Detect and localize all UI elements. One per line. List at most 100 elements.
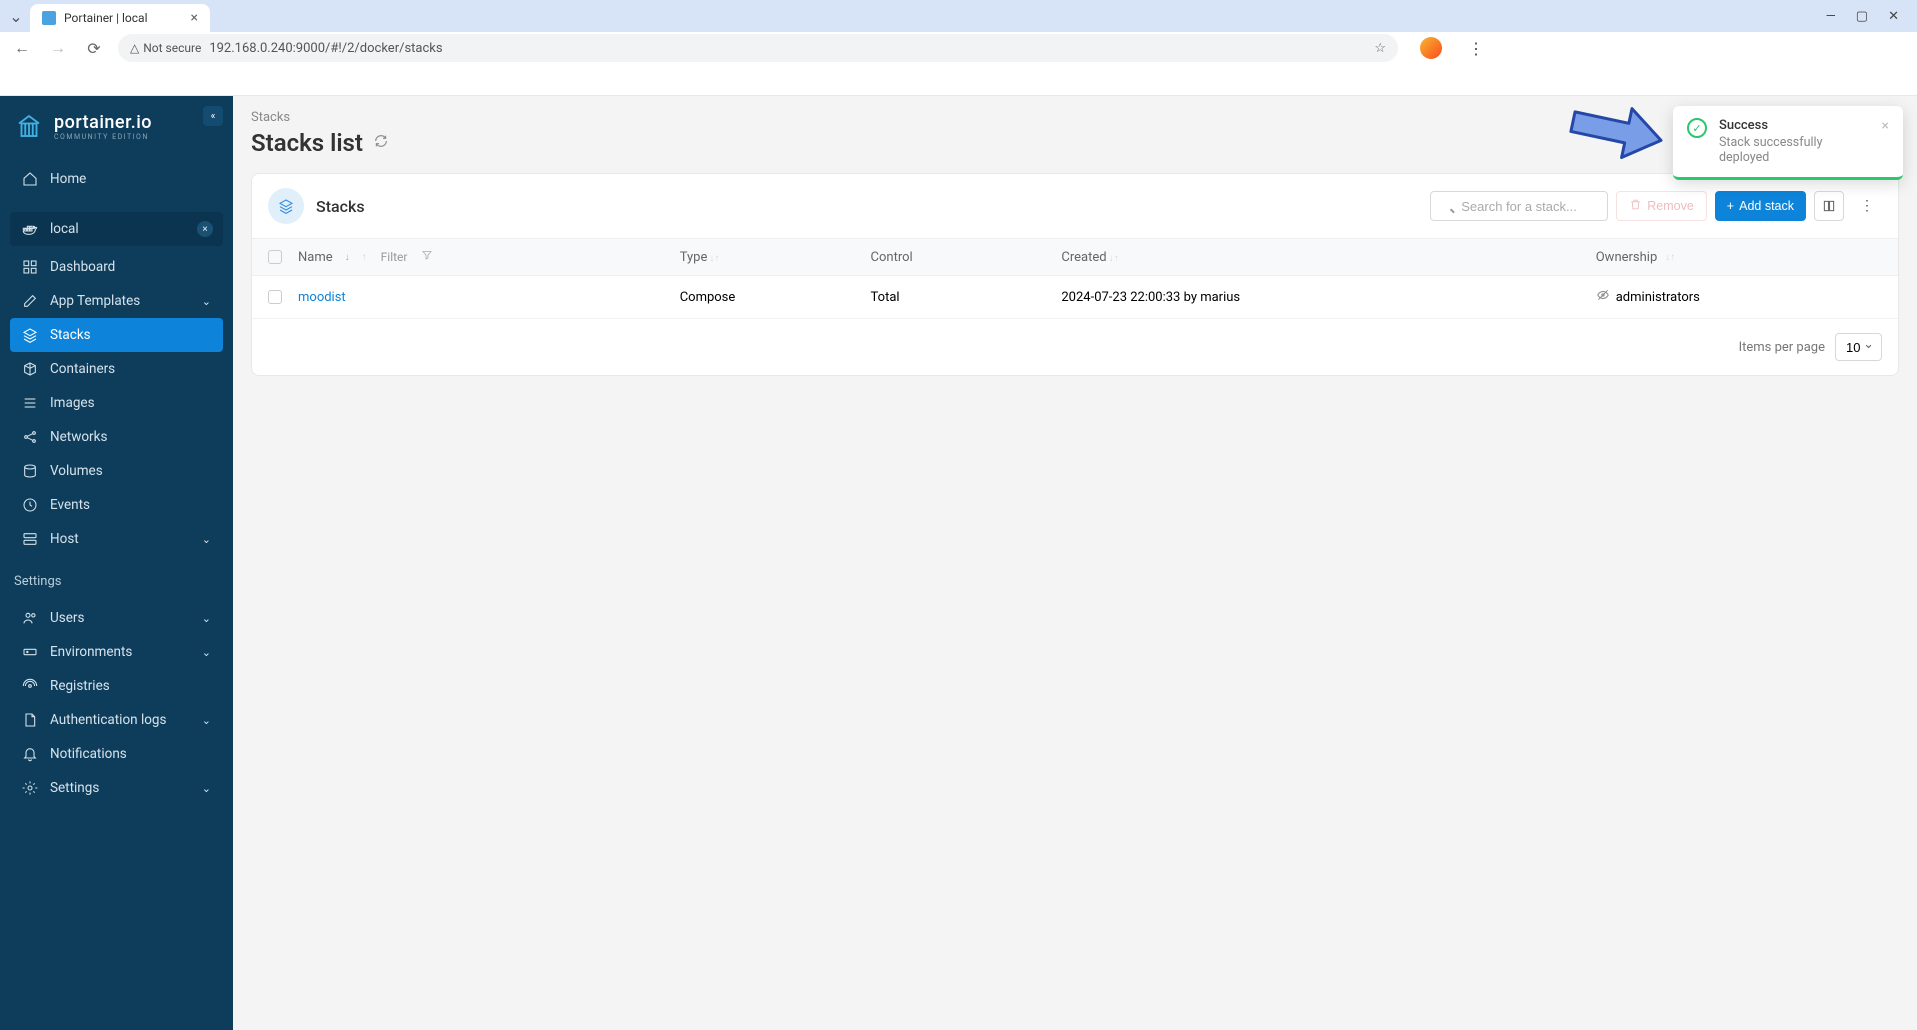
sidebar-item-label: Registries (50, 678, 110, 694)
forward-button[interactable]: → (46, 38, 70, 58)
trash-icon (1629, 198, 1642, 214)
brand-name: portainer.io (54, 112, 152, 133)
sidebar-env-section: local × Dashboard App Templates ⌄ Stacks… (0, 202, 233, 562)
sidebar-item-auth-logs[interactable]: Authentication logs ⌄ (10, 703, 223, 737)
sidebar-item-label: App Templates (50, 293, 140, 309)
sidebar-item-label: Users (50, 610, 84, 626)
header-created[interactable]: Created↓↑ (1061, 250, 1595, 265)
sidebar-item-dashboard[interactable]: Dashboard (10, 250, 223, 284)
header-control[interactable]: Control (871, 250, 1062, 265)
sidebar-item-label: Containers (50, 361, 115, 377)
sidebar-header: portainer.io COMMUNITY EDITION « (0, 96, 233, 156)
header-created-label: Created (1061, 250, 1106, 265)
filter-label[interactable]: Filter (381, 250, 408, 264)
panel-actions: Remove + Add stack ⋮ (1430, 191, 1882, 221)
header-type[interactable]: Type↓↑ (680, 250, 871, 265)
search-wrap (1430, 191, 1608, 221)
list-icon (22, 395, 38, 411)
select-all-checkbox[interactable] (268, 250, 282, 264)
sidebar-collapse-button[interactable]: « (203, 106, 223, 126)
funnel-icon[interactable] (421, 249, 433, 265)
grid-icon (22, 259, 38, 275)
stack-name-link[interactable]: moodist (298, 290, 346, 305)
sidebar-item-volumes[interactable]: Volumes (10, 454, 223, 488)
panel-title: Stacks (316, 197, 1418, 216)
profile-avatar[interactable] (1420, 37, 1442, 59)
chevron-down-icon: ⌄ (202, 782, 211, 795)
sidebar-item-users[interactable]: Users ⌄ (10, 601, 223, 635)
success-check-icon: ✓ (1687, 118, 1707, 138)
chrome-menu-icon[interactable]: ⋮ (1468, 39, 1484, 58)
security-label: Not secure (143, 41, 201, 55)
docker-icon (22, 221, 38, 237)
sidebar-item-environments[interactable]: Environments ⌄ (10, 635, 223, 669)
row-checkbox[interactable] (268, 290, 282, 304)
bookmark-star-icon[interactable]: ☆ (1374, 41, 1386, 56)
sidebar-item-host[interactable]: Host ⌄ (10, 522, 223, 556)
hdd-icon (22, 644, 38, 660)
environment-name: local (50, 221, 79, 237)
toast-notification: ✓ Success Stack successfully deployed × (1673, 106, 1903, 180)
refresh-icon[interactable] (373, 133, 389, 153)
maximize-button[interactable]: ▢ (1856, 9, 1868, 24)
back-button[interactable]: ← (10, 38, 34, 58)
items-per-page-select[interactable]: 10 (1835, 333, 1882, 361)
sidebar-item-notifications[interactable]: Notifications (10, 737, 223, 771)
url-text: 192.168.0.240:9000/#!/2/docker/stacks (209, 41, 442, 56)
sidebar-item-containers[interactable]: Containers (10, 352, 223, 386)
tab-list-button[interactable]: ⌄ (6, 7, 26, 26)
sidebar-item-app-templates[interactable]: App Templates ⌄ (10, 284, 223, 318)
add-label: Add stack (1739, 199, 1794, 213)
main-content: Stacks Stacks list Stacks Remov (233, 96, 1917, 1030)
more-menu-icon[interactable]: ⋮ (1852, 191, 1882, 221)
sort-up-icon: ↑ (362, 252, 367, 263)
sidebar-environment[interactable]: local × (10, 212, 223, 246)
minimize-button[interactable]: — (1826, 9, 1836, 24)
layers-icon (22, 327, 38, 343)
edit-icon (22, 293, 38, 309)
stacks-table: Name↓↑ Filter Type↓↑ Control Created↓↑ O… (252, 238, 1898, 375)
table-row: moodist Compose Total 2024-07-23 22:00:3… (252, 276, 1898, 319)
remove-label: Remove (1647, 199, 1694, 213)
sidebar-item-settings[interactable]: Settings ⌄ (10, 771, 223, 805)
header-ownership-label: Ownership (1596, 250, 1658, 265)
environment-close-icon[interactable]: × (197, 221, 213, 237)
remove-button[interactable]: Remove (1616, 191, 1707, 221)
sort-icon: ↓↑ (1109, 253, 1119, 264)
chevron-down-icon: ⌄ (202, 612, 211, 625)
columns-button[interactable] (1814, 191, 1844, 221)
browser-chrome: ⌄ Portainer | local × — ▢ ✕ ← → ⟳ △ Not … (0, 0, 1917, 96)
logo-text: portainer.io COMMUNITY EDITION (54, 112, 152, 141)
header-type-label: Type (680, 250, 708, 265)
sidebar: portainer.io COMMUNITY EDITION « Home lo… (0, 96, 233, 1030)
bell-icon (22, 746, 38, 762)
sort-icon: ↓↑ (1665, 252, 1675, 263)
browser-tab[interactable]: Portainer | local × (30, 4, 210, 32)
breadcrumb[interactable]: Stacks (233, 96, 1917, 125)
add-stack-button[interactable]: + Add stack (1715, 191, 1806, 221)
items-per-page-select-wrap: 10 (1835, 333, 1882, 361)
sidebar-item-networks[interactable]: Networks (10, 420, 223, 454)
header-control-label: Control (871, 250, 913, 265)
sort-icon: ↓↑ (709, 253, 719, 264)
sidebar-item-registries[interactable]: Registries (10, 669, 223, 703)
sidebar-item-stacks[interactable]: Stacks (10, 318, 223, 352)
header-name[interactable]: Name↓↑ Filter (298, 249, 680, 265)
chevron-down-icon: ⌄ (202, 714, 211, 727)
ownership-text: administrators (1616, 290, 1700, 305)
header-name-label: Name (298, 250, 333, 265)
search-input[interactable] (1430, 191, 1608, 221)
reload-button[interactable]: ⟳ (82, 39, 106, 58)
url-bar[interactable]: △ Not secure 192.168.0.240:9000/#!/2/doc… (118, 34, 1398, 62)
sidebar-item-events[interactable]: Events (10, 488, 223, 522)
tab-close-icon[interactable]: × (191, 10, 198, 26)
header-ownership[interactable]: Ownership ↓↑ (1596, 250, 1882, 265)
close-window-button[interactable]: ✕ (1888, 9, 1899, 24)
page-title-row: Stacks list (233, 125, 1917, 173)
sidebar-item-home[interactable]: Home (10, 162, 223, 196)
toast-close-icon[interactable]: × (1882, 118, 1889, 165)
file-icon (22, 712, 38, 728)
security-badge[interactable]: △ Not secure (130, 41, 201, 55)
sidebar-item-images[interactable]: Images (10, 386, 223, 420)
sidebar-top-section: Home (0, 156, 233, 202)
